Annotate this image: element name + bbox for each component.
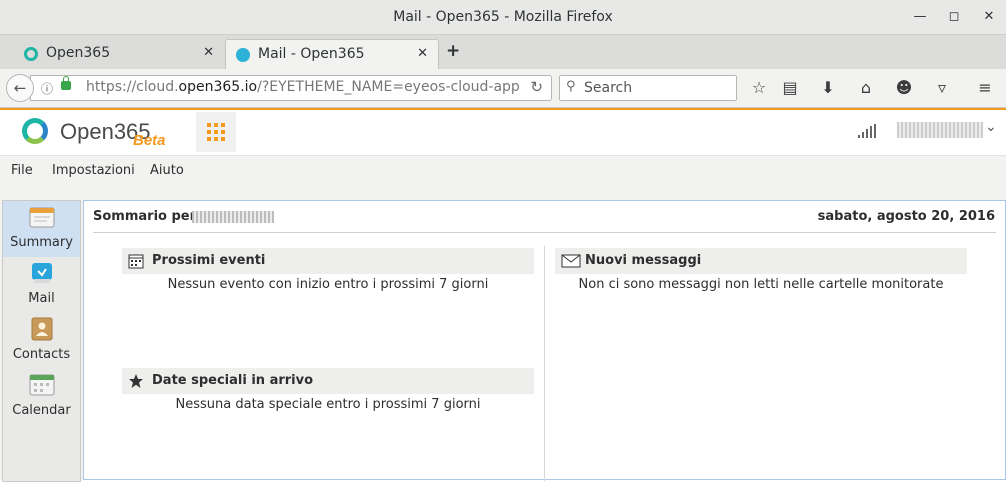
maximize-icon[interactable]: ◻ xyxy=(946,9,962,25)
summary-icon xyxy=(29,207,55,228)
navigation-bar: ⓘ https://cloud.open365.io/?EYETHEME_NAM… xyxy=(0,69,1006,108)
summary-panel: Sommario per sabato, agosto 20, 2016 Pro… xyxy=(83,200,1006,481)
signal-icon xyxy=(858,124,878,138)
menu-help[interactable]: Aiuto xyxy=(150,163,184,178)
mail-icon xyxy=(32,263,52,283)
minimize-icon[interactable]: — xyxy=(912,9,928,25)
chevron-down-icon[interactable]: ⌄ xyxy=(985,119,997,135)
app-menubar: File Impostazioni Aiuto xyxy=(0,156,1006,196)
calendar-small-icon xyxy=(128,254,144,269)
app-body: Summary Mail Contacts Calendar Sommario … xyxy=(0,196,1006,482)
apps-launcher-button[interactable] xyxy=(196,112,236,152)
search-icon: ⚲ xyxy=(566,79,576,94)
close-tab-icon[interactable]: ✕ xyxy=(417,46,428,61)
search-box[interactable]: ⚲ xyxy=(559,75,737,101)
section-new-messages: Nuovi messaggi xyxy=(555,248,967,274)
sidebar-item-contacts[interactable]: Contacts xyxy=(3,313,80,369)
section-special-dates: Date speciali in arrivo xyxy=(122,368,534,394)
sidebar-item-label: Calendar xyxy=(12,403,71,418)
sidebar-item-label: Contacts xyxy=(12,347,71,362)
beta-label: Beta xyxy=(133,132,166,149)
app-header: Open365 Beta ⌄ xyxy=(0,108,1006,156)
menu-file[interactable]: File xyxy=(11,163,33,178)
home-icon[interactable]: ⌂ xyxy=(856,78,876,97)
section-title: Prossimi eventi xyxy=(152,253,266,268)
events-empty-message: Nessun evento con inizio entro i prossim… xyxy=(167,277,489,292)
sidebar-item-label: Mail xyxy=(28,291,55,306)
tab-strip: Open365 ✕ Mail - Open365 ✕ xyxy=(0,35,1006,70)
close-tab-icon[interactable]: ✕ xyxy=(203,45,214,60)
menu-settings[interactable]: Impostazioni xyxy=(52,163,135,178)
bookmark-star-icon[interactable]: ☆ xyxy=(749,78,769,97)
messages-empty-message: Non ci sono messaggi non letti nelle car… xyxy=(578,277,944,292)
star-icon xyxy=(129,374,143,388)
column-divider xyxy=(544,246,545,481)
tab-label: Mail - Open365 xyxy=(258,46,365,62)
contacts-icon xyxy=(31,317,53,341)
open365-favicon-icon xyxy=(24,47,38,61)
window-titlebar: Mail - Open365 - Mozilla Firefox — ◻ ✕ xyxy=(0,0,1006,35)
lock-icon[interactable] xyxy=(61,76,71,90)
sidebar-item-mail[interactable]: Mail xyxy=(3,257,80,313)
sidebar-item-label: Summary xyxy=(10,235,73,250)
reading-list-icon[interactable]: ▤ xyxy=(780,78,800,97)
close-window-icon[interactable]: ✕ xyxy=(981,9,997,25)
tab-mail-open365[interactable]: Mail - Open365 ✕ xyxy=(225,39,439,70)
mail-favicon-icon xyxy=(236,48,250,62)
url-bar[interactable]: ⓘ https://cloud.open365.io/?EYETHEME_NAM… xyxy=(30,75,552,101)
calendar-icon xyxy=(29,374,55,396)
open365-logo-icon xyxy=(22,118,48,144)
sidebar-item-summary[interactable]: Summary xyxy=(3,201,80,257)
section-upcoming-events: Prossimi eventi xyxy=(122,248,534,274)
summary-date: sabato, agosto 20, 2016 xyxy=(817,209,995,224)
info-icon[interactable]: ⓘ xyxy=(41,80,53,97)
back-button[interactable]: ← xyxy=(6,74,34,102)
hamburger-menu-icon[interactable]: ≡ xyxy=(975,78,995,97)
sidebar-item-calendar[interactable]: Calendar xyxy=(3,369,80,425)
summary-heading: Sommario per xyxy=(93,209,197,224)
new-tab-button[interactable]: + xyxy=(446,41,460,61)
section-title: Nuovi messaggi xyxy=(585,253,702,268)
section-title: Date speciali in arrivo xyxy=(152,373,314,388)
tab-open365[interactable]: Open365 ✕ xyxy=(14,39,224,69)
envelope-icon xyxy=(561,254,581,268)
divider xyxy=(93,232,996,233)
user-name-redacted[interactable] xyxy=(897,122,983,138)
sidebar: Summary Mail Contacts Calendar xyxy=(2,200,81,482)
special-dates-empty-message: Nessuna data speciale entro i prossimi 7… xyxy=(175,397,481,412)
pocket-icon[interactable]: ▿ xyxy=(932,78,952,97)
redacted-user-name xyxy=(192,211,274,223)
tab-label: Open365 xyxy=(46,45,111,61)
search-input[interactable] xyxy=(582,78,736,98)
download-icon[interactable]: ⬇ xyxy=(818,78,838,97)
chat-icon[interactable]: ☻ xyxy=(894,78,914,97)
reload-icon[interactable]: ↻ xyxy=(530,78,543,96)
window-title: Mail - Open365 - Mozilla Firefox xyxy=(393,9,613,25)
accent-line xyxy=(0,108,1006,110)
url-text: https://cloud.open365.io/?EYETHEME_NAME=… xyxy=(86,79,520,95)
apps-grid-icon xyxy=(207,123,225,141)
